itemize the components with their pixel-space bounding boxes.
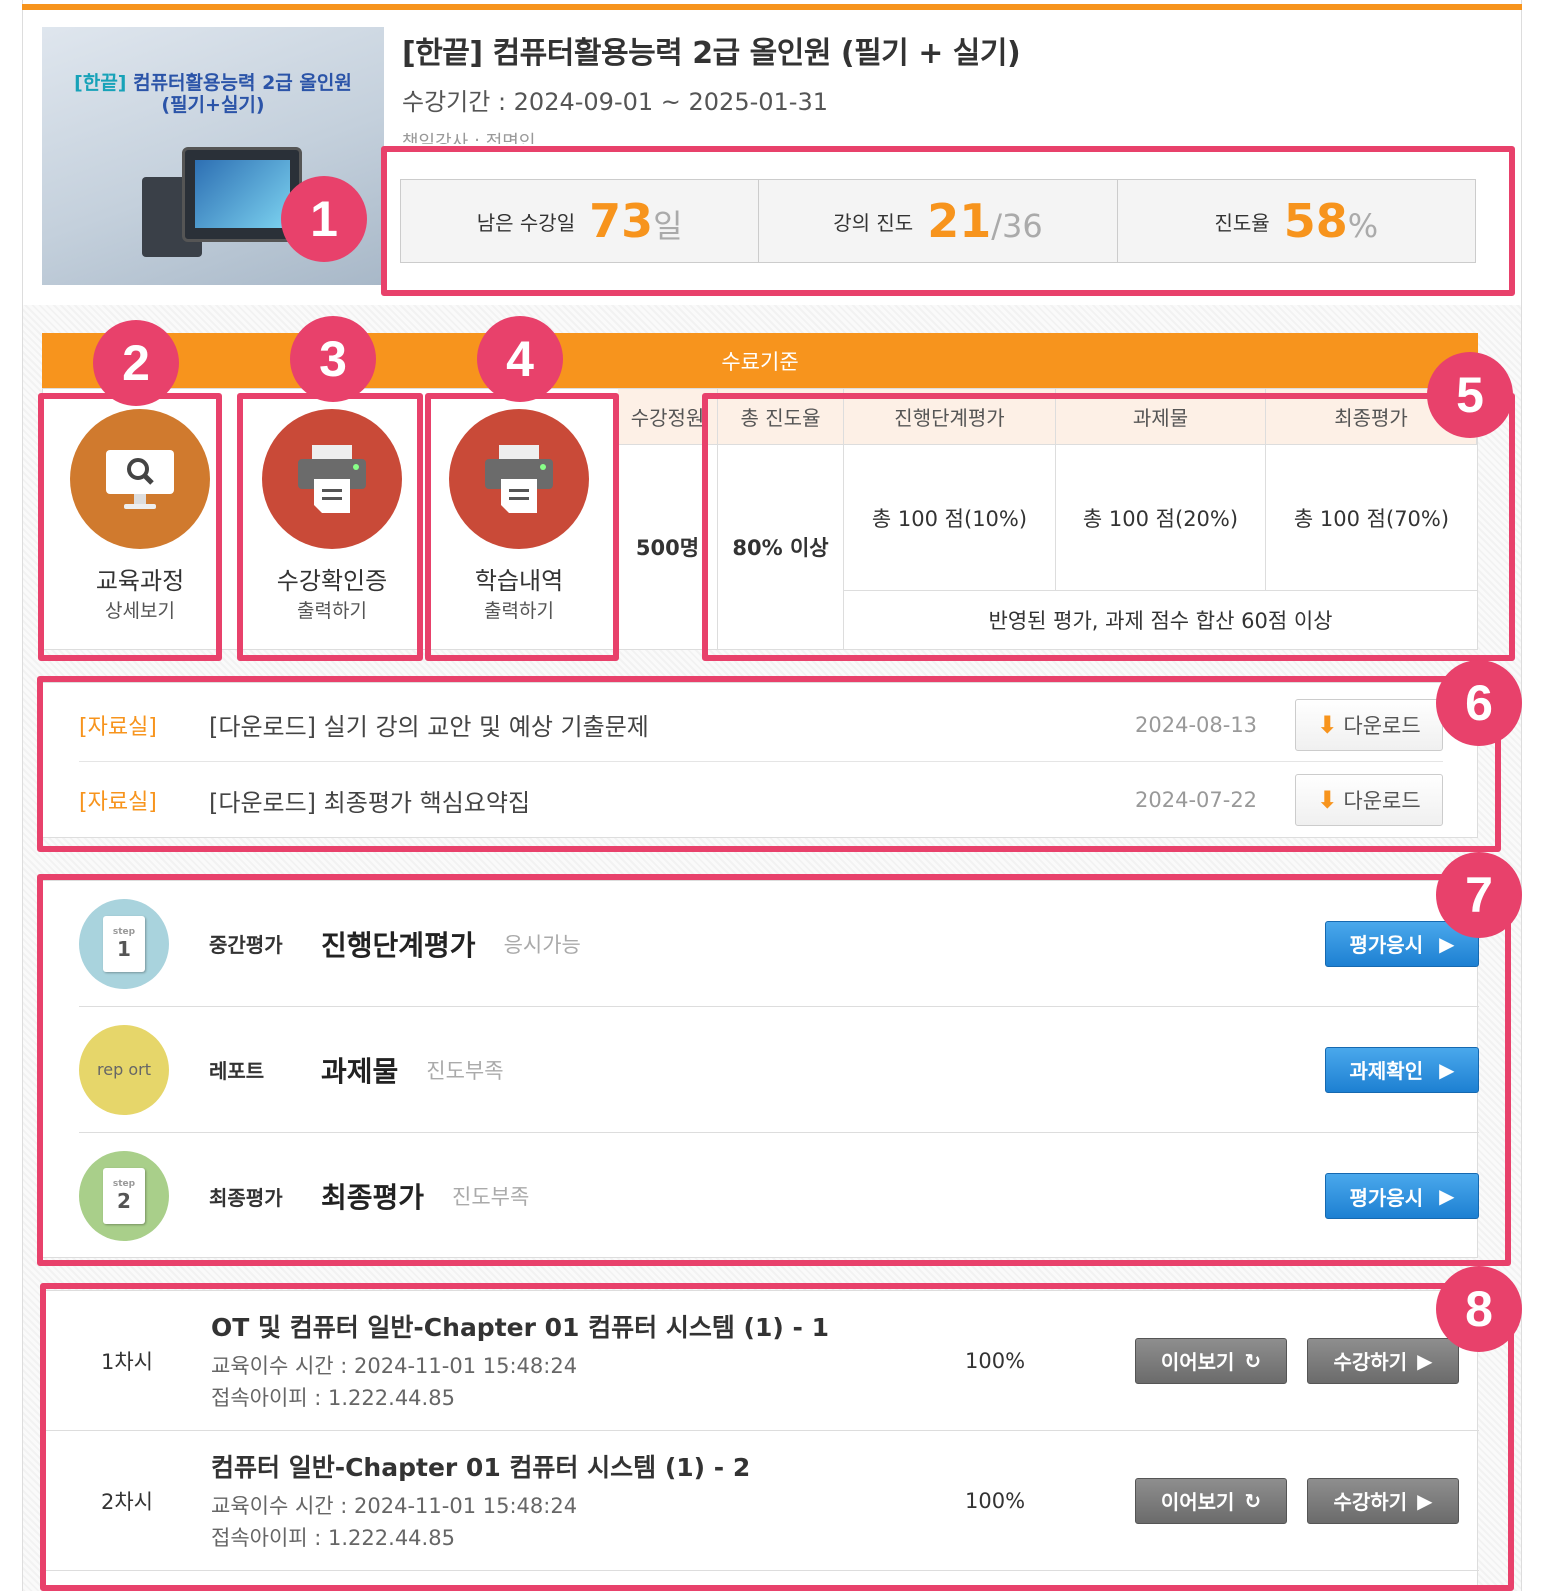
badge-8: 8 — [1436, 1266, 1522, 1352]
course-page: [한끝] 컴퓨터활용능력 2급 올인원 (필기+실기) [한끝] 컴퓨터활용능력… — [0, 0, 1549, 1591]
badge-4: 4 — [477, 316, 563, 402]
thumbnail-title: [한끝] 컴퓨터활용능력 2급 올인원 (필기+실기) — [42, 72, 384, 116]
highlight-box-4 — [425, 393, 619, 661]
highlight-box-5 — [702, 393, 1515, 661]
badge-5: 5 — [1427, 352, 1513, 438]
completion-header: 수료기준 — [42, 333, 1478, 388]
highlight-box-7 — [37, 874, 1511, 1266]
highlight-box-2 — [38, 393, 222, 661]
top-accent-line — [22, 4, 1522, 10]
badge-3: 3 — [290, 316, 376, 402]
badge-7: 7 — [1436, 852, 1522, 938]
badge-1: 1 — [281, 176, 367, 262]
badge-2: 2 — [93, 320, 179, 406]
highlight-box-3 — [237, 393, 423, 661]
highlight-box-1 — [381, 146, 1515, 296]
course-period: 수강기간 : 2024-09-01 ~ 2025-01-31 — [402, 88, 828, 116]
thumbnail-title-line2: (필기+실기) — [161, 94, 265, 116]
course-title: [한끝] 컴퓨터활용능력 2급 올인원 (필기 + 실기) — [402, 36, 1021, 71]
highlight-box-6 — [37, 676, 1501, 852]
course-teacher: 책임강사 : 전면인 — [402, 132, 536, 144]
badge-6: 6 — [1436, 660, 1522, 746]
thumbnail-title-prefix: [한끝] — [74, 72, 127, 94]
thumbnail-title-rest: 컴퓨터활용능력 2급 올인원 — [126, 72, 352, 94]
highlight-box-8 — [40, 1283, 1514, 1591]
